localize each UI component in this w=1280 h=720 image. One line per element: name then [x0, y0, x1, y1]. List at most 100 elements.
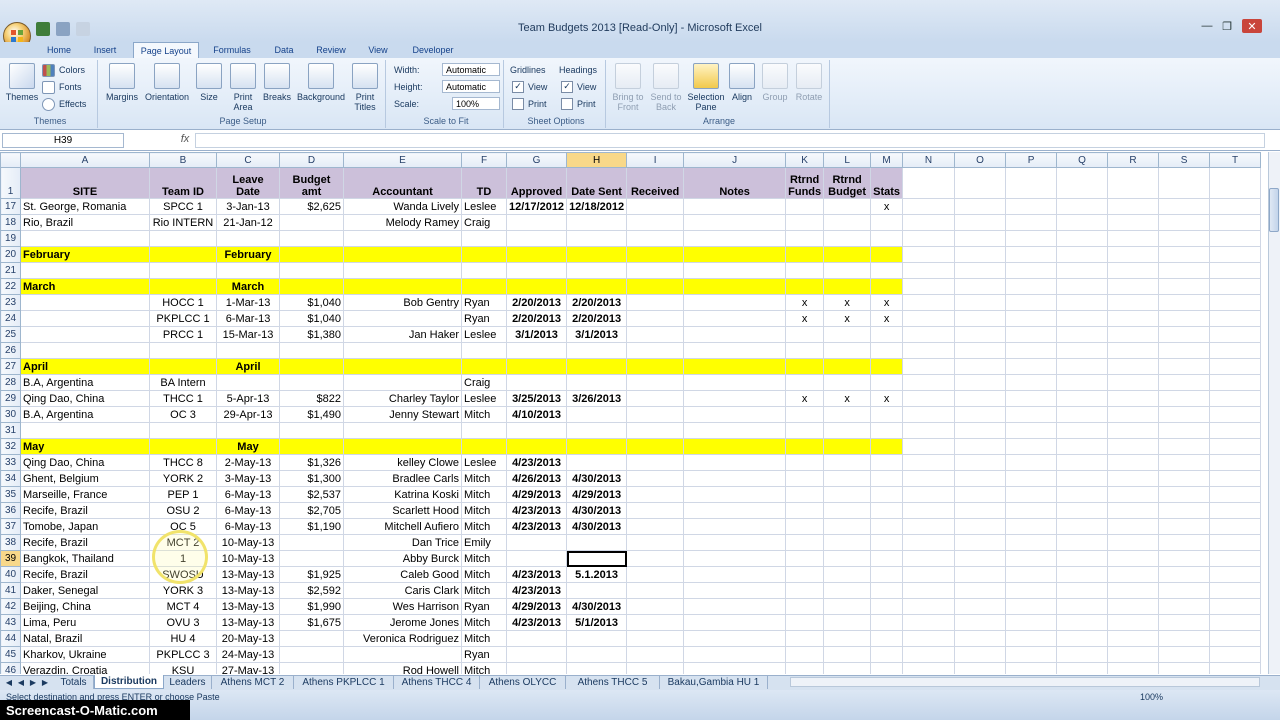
cell-s45[interactable]	[1158, 646, 1211, 663]
row-header[interactable]: 44	[0, 630, 21, 647]
align-button[interactable]: Align	[728, 61, 756, 102]
cell-n29[interactable]	[902, 390, 956, 407]
cell-q20[interactable]	[1056, 246, 1109, 263]
cell-t26[interactable]	[1209, 342, 1262, 359]
cell-q18[interactable]	[1056, 214, 1109, 231]
cell-r43[interactable]	[1107, 614, 1160, 631]
cell-j34[interactable]	[683, 470, 787, 487]
cell-i45[interactable]	[626, 646, 685, 663]
cell-a37[interactable]: Tomobe, Japan	[20, 518, 150, 535]
cell-h22[interactable]	[566, 278, 628, 295]
cell-t31[interactable]	[1209, 422, 1262, 439]
cell-h17[interactable]: 12/18/2012	[566, 198, 628, 215]
cell-h18[interactable]	[566, 214, 628, 231]
sheet-tab-bakau-gambia-hu-1[interactable]: Bakau,Gambia HU 1	[660, 675, 768, 689]
gridlines-print-checkbox[interactable]: Print	[512, 97, 547, 111]
cell-g33[interactable]: 4/23/2013	[505, 454, 568, 471]
cell-t32[interactable]	[1209, 438, 1262, 455]
cell-t33[interactable]	[1209, 454, 1262, 471]
cell-s37[interactable]	[1158, 518, 1211, 535]
cell-t45[interactable]	[1209, 646, 1262, 663]
cell-m42[interactable]	[870, 598, 904, 615]
cell-l35[interactable]	[823, 486, 872, 503]
cell-d42[interactable]: $1,990	[279, 598, 344, 615]
cell-n22[interactable]	[902, 278, 956, 295]
cell-i23[interactable]	[626, 294, 685, 311]
cell-q33[interactable]	[1056, 454, 1109, 471]
cell-s42[interactable]	[1158, 598, 1211, 615]
header-cell[interactable]: Rtrnd Funds	[785, 167, 825, 199]
cell-c46[interactable]: 27-May-13	[216, 662, 280, 674]
cell-i19[interactable]	[626, 230, 685, 247]
row-header[interactable]: 40	[0, 566, 21, 583]
cell-l26[interactable]	[823, 342, 872, 359]
cell-e30[interactable]: Jenny Stewart	[343, 406, 462, 423]
cell-o35[interactable]	[954, 486, 1007, 503]
tab-developer[interactable]: Developer	[404, 42, 462, 58]
cell-k42[interactable]	[785, 598, 825, 615]
print-area-button[interactable]: Print Area	[226, 61, 260, 112]
column-header-q[interactable]: Q	[1056, 152, 1109, 168]
column-header-g[interactable]: G	[505, 152, 568, 168]
cell-q45[interactable]	[1056, 646, 1109, 663]
cell-b28[interactable]: BA Intern	[149, 374, 217, 391]
cell-a31[interactable]	[20, 422, 150, 439]
cell-d24[interactable]: $1,040	[279, 310, 344, 327]
cell-e37[interactable]: Mitchell Aufiero	[343, 518, 462, 535]
cell-c29[interactable]: 5-Apr-13	[216, 390, 280, 407]
cell-r36[interactable]	[1107, 502, 1160, 519]
cell-f45[interactable]: Ryan	[461, 646, 507, 663]
header-cell[interactable]	[1158, 167, 1211, 199]
cell-g34[interactable]: 4/26/2013	[505, 470, 568, 487]
cell-s19[interactable]	[1158, 230, 1211, 247]
zoom-level[interactable]: 100%	[1140, 692, 1163, 702]
cell-f25[interactable]: Leslee	[461, 326, 507, 343]
cell-n21[interactable]	[902, 262, 956, 279]
fonts-button[interactable]: Fonts	[42, 80, 82, 94]
cell-n19[interactable]	[902, 230, 956, 247]
cell-p19[interactable]	[1005, 230, 1058, 247]
cell-t35[interactable]	[1209, 486, 1262, 503]
cell-o17[interactable]	[954, 198, 1007, 215]
cell-b19[interactable]	[149, 230, 217, 247]
cell-t19[interactable]	[1209, 230, 1262, 247]
row-header[interactable]: 33	[0, 454, 21, 471]
headings-print-checkbox[interactable]: Print	[561, 97, 596, 111]
cell-q22[interactable]	[1056, 278, 1109, 295]
cell-p31[interactable]	[1005, 422, 1058, 439]
cell-t23[interactable]	[1209, 294, 1262, 311]
cell-m39[interactable]	[870, 550, 904, 567]
cell-c27[interactable]: April	[216, 358, 280, 375]
cell-t25[interactable]	[1209, 326, 1262, 343]
cell-f28[interactable]: Craig	[461, 374, 507, 391]
cell-l41[interactable]	[823, 582, 872, 599]
cell-r25[interactable]	[1107, 326, 1160, 343]
cell-h44[interactable]	[566, 630, 628, 647]
cell-n27[interactable]	[902, 358, 956, 375]
cell-f36[interactable]: Mitch	[461, 502, 507, 519]
cell-d38[interactable]	[279, 534, 344, 551]
colors-button[interactable]: Colors	[42, 63, 85, 77]
scale-stepper[interactable]: 100%	[452, 97, 500, 110]
cell-j33[interactable]	[683, 454, 787, 471]
cell-f23[interactable]: Ryan	[461, 294, 507, 311]
cell-p29[interactable]	[1005, 390, 1058, 407]
cell-t20[interactable]	[1209, 246, 1262, 263]
cell-k37[interactable]	[785, 518, 825, 535]
column-header-t[interactable]: T	[1209, 152, 1262, 168]
cell-h31[interactable]	[566, 422, 628, 439]
cell-a17[interactable]: St. George, Romania	[20, 198, 150, 215]
cell-m23[interactable]: x	[870, 294, 904, 311]
cell-e40[interactable]: Caleb Good	[343, 566, 462, 583]
row-header[interactable]: 32	[0, 438, 21, 455]
cell-o24[interactable]	[954, 310, 1007, 327]
cell-s32[interactable]	[1158, 438, 1211, 455]
cell-l25[interactable]	[823, 326, 872, 343]
cell-j29[interactable]	[683, 390, 787, 407]
cell-s38[interactable]	[1158, 534, 1211, 551]
cell-p30[interactable]	[1005, 406, 1058, 423]
cell-k32[interactable]	[785, 438, 825, 455]
height-select[interactable]: Automatic	[442, 80, 500, 93]
cell-b18[interactable]: Rio INTERN	[149, 214, 217, 231]
row-header[interactable]: 19	[0, 230, 21, 247]
